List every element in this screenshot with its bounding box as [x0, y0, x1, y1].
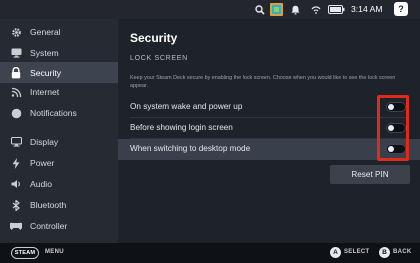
sidebar-item-power[interactable]: Power: [0, 153, 118, 173]
bluetooth-icon: [10, 199, 22, 211]
section-heading: LOCK SCREEN: [130, 55, 188, 62]
top-status-bar: 3:14 AM ?: [0, 0, 420, 19]
wifi-icon: [10, 86, 22, 98]
gear-icon: [10, 26, 22, 38]
sidebar-item-notifications[interactable]: Notifications: [0, 103, 118, 123]
sidebar-item-label: Internet: [30, 87, 60, 97]
sidebar-item-display[interactable]: Display: [0, 132, 118, 152]
back-label: BACK: [393, 249, 412, 255]
help-icon[interactable]: ?: [394, 2, 408, 16]
sidebar-item-label: Display: [30, 137, 59, 147]
b-button-icon[interactable]: B: [379, 247, 390, 258]
sidebar-item-general[interactable]: General: [0, 22, 118, 42]
sidebar-item-label: Audio: [30, 179, 52, 189]
setting-label: When switching to desktop mode: [130, 144, 251, 153]
sidebar-item-label: Notifications: [30, 108, 77, 118]
user-avatar-icon[interactable]: [270, 3, 283, 16]
gamepad-icon: [10, 220, 22, 232]
bell-icon[interactable]: [290, 3, 300, 16]
sidebar-item-label: Controller: [30, 221, 68, 231]
circle-icon: [10, 107, 22, 119]
sidebar-item-controller[interactable]: Controller: [0, 216, 118, 236]
setting-row-login[interactable]: Before showing login screen: [118, 118, 420, 139]
section-description: Keep your Steam Deck secure by enabling …: [130, 75, 396, 89]
security-settings-panel: Security LOCK SCREEN Keep your Steam Dec…: [118, 19, 420, 243]
lightning-icon: [10, 157, 22, 169]
monitor-icon: [10, 47, 22, 59]
sidebar-item-label: Power: [30, 158, 55, 168]
bottom-button-bar: STEAM MENU A SELECT B BACK: [0, 243, 420, 263]
wifi-status-icon: [310, 3, 321, 16]
sidebar-item-audio[interactable]: Audio: [0, 174, 118, 194]
display-icon: [10, 136, 22, 148]
setting-row-wake[interactable]: On system wake and power up: [118, 97, 420, 118]
clock-time: 3:14 AM: [351, 4, 383, 14]
sidebar-item-label: Bluetooth: [30, 200, 67, 210]
sidebar-item-system[interactable]: System: [0, 43, 118, 63]
page-title: Security: [130, 31, 178, 45]
search-icon[interactable]: [254, 3, 265, 16]
battery-icon: [328, 3, 345, 16]
desktop-lock-toggle[interactable]: [386, 144, 406, 154]
steam-button[interactable]: STEAM: [11, 247, 39, 259]
sidebar-item-bluetooth[interactable]: Bluetooth: [0, 195, 118, 215]
sidebar-item-label: System: [30, 48, 59, 58]
setting-label: On system wake and power up: [130, 102, 243, 111]
sidebar-item-internet[interactable]: Internet: [0, 82, 118, 102]
menu-label: MENU: [45, 249, 64, 255]
sidebar-item-label: General: [30, 27, 61, 37]
lock-icon: [10, 66, 22, 79]
speaker-icon: [10, 178, 22, 190]
sidebar-item-label: Security: [30, 67, 62, 78]
select-label: SELECT: [344, 249, 370, 255]
setting-row-desktop[interactable]: When switching to desktop mode: [118, 139, 420, 160]
reset-pin-button[interactable]: Reset PIN: [330, 165, 410, 184]
sidebar-item-security[interactable]: Security: [0, 62, 118, 83]
settings-sidebar: General System Security Internet Notific…: [0, 19, 118, 243]
wake-lock-toggle[interactable]: [386, 102, 406, 112]
setting-label: Before showing login screen: [130, 123, 233, 132]
login-lock-toggle[interactable]: [386, 123, 406, 133]
a-button-icon[interactable]: A: [330, 247, 341, 258]
